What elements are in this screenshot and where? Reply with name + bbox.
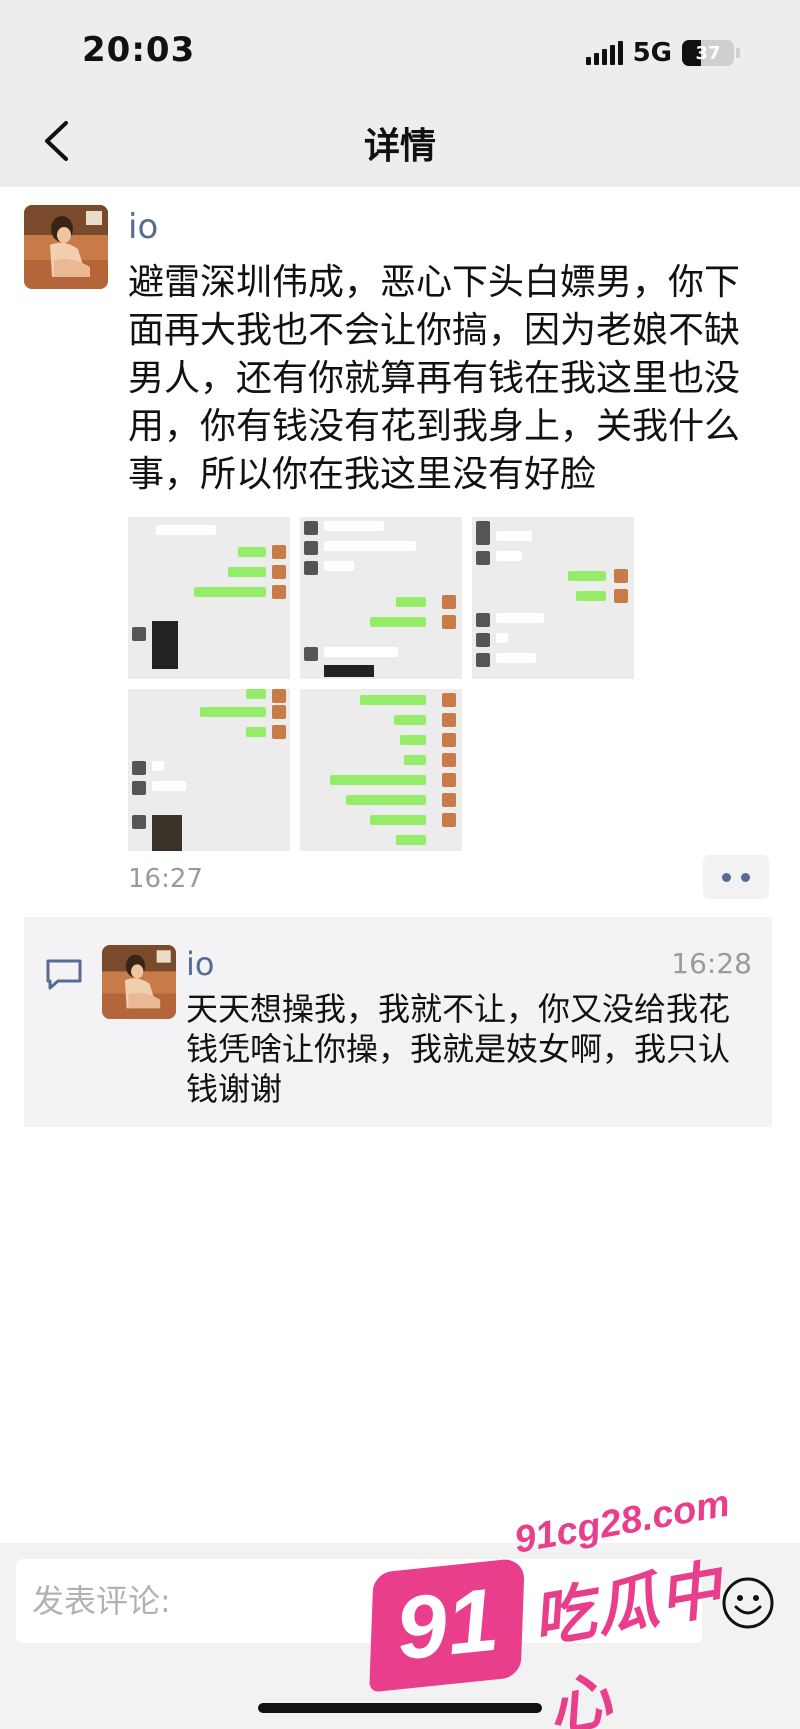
chat-bubble: [324, 541, 416, 551]
chat-avatar: [476, 551, 490, 565]
chat-bubble: [346, 795, 426, 805]
more-dots-icon[interactable]: [703, 855, 769, 899]
chat-bubble: [246, 689, 266, 699]
chat-avatar: [304, 561, 318, 575]
image-grid: [128, 517, 648, 857]
chat-avatar: [442, 813, 456, 827]
comment-time: 16:28: [671, 947, 752, 980]
chat-avatar: [272, 585, 286, 599]
comment-bubble-icon: [44, 957, 84, 991]
chat-bubble: [496, 531, 532, 541]
chat-bubble: [324, 561, 354, 571]
chat-avatar: [442, 693, 456, 707]
chat-bubble: [246, 727, 266, 737]
chat-screenshot-3[interactable]: [472, 517, 634, 679]
chat-bubble: [496, 613, 544, 623]
chat-avatar: [272, 545, 286, 559]
chat-screenshot-5[interactable]: [300, 689, 462, 851]
chat-bubble: [568, 571, 606, 581]
post-text: 避雷深圳伟成，恶心下头白嫖男，你下面再大我也不会让你搞，因为老娘不缺男人，还有你…: [128, 262, 741, 495]
chat-avatar: [442, 615, 456, 629]
chat-avatar: [442, 595, 456, 609]
comment-section: io 16:28 天天想操我，我就不让，你又没给我花钱凭啥让你操，我就是妓女啊，…: [24, 917, 772, 1127]
chat-bubble: [194, 587, 266, 597]
chat-screenshot-4[interactable]: [128, 689, 290, 851]
chat-avatar: [442, 773, 456, 787]
chat-avatar: [442, 713, 456, 727]
chat-avatar: [304, 647, 318, 661]
comment-input-bar: [0, 1543, 800, 1729]
chat-avatar: [272, 565, 286, 579]
chat-bubble: [576, 591, 606, 601]
status-bar: 20:03 5G 37: [0, 0, 800, 95]
chat-bubble: [238, 547, 266, 557]
chat-bubble: [370, 815, 426, 825]
avatar[interactable]: [24, 205, 108, 289]
chat-bubble: [396, 835, 426, 845]
nav-bar: 详情: [0, 95, 800, 187]
chat-bubble: [360, 695, 426, 705]
comment-text[interactable]: 天天想操我，我就不让，你又没给我花钱凭啥让你操，我就是妓女啊，我只认钱谢谢: [186, 989, 756, 1109]
chat-avatar: [442, 733, 456, 747]
avatar[interactable]: [102, 945, 176, 1019]
home-indicator[interactable]: [258, 1703, 542, 1713]
chat-avatar: [304, 521, 318, 535]
dot: [741, 872, 750, 882]
chat-avatar: [476, 613, 490, 627]
chat-bubble: [496, 633, 508, 643]
battery-icon: 37: [682, 40, 734, 66]
chat-image: [152, 621, 178, 669]
network-label: 5G: [632, 38, 672, 68]
post-time: 16:27: [128, 864, 203, 894]
chat-image: [324, 665, 374, 677]
chat-avatar: [614, 589, 628, 603]
emoji-smile-icon[interactable]: [720, 1575, 776, 1631]
chat-screenshot-1[interactable]: [128, 517, 290, 679]
chat-avatar: [442, 753, 456, 767]
chat-avatar: [132, 815, 146, 829]
chat-bubble: [324, 521, 384, 531]
chat-bubble: [156, 525, 216, 535]
battery-percent: 37: [695, 42, 721, 64]
chat-avatar: [132, 781, 146, 795]
chat-bubble: [400, 735, 426, 745]
chat-screenshot-2[interactable]: [300, 517, 462, 679]
chat-avatar: [304, 541, 318, 555]
chat-avatar: [132, 627, 146, 641]
chat-bubble: [200, 707, 266, 717]
chat-bubble: [228, 567, 266, 577]
chat-bubble: [330, 775, 426, 785]
chat-avatar: [476, 531, 490, 545]
chat-bubble: [396, 597, 426, 607]
chat-avatar: [614, 569, 628, 583]
chat-bubble: [152, 781, 186, 791]
status-indicators: 5G 37: [585, 38, 740, 68]
chat-avatar: [476, 633, 490, 647]
chat-bubble: [324, 647, 398, 657]
battery-tip: [736, 48, 740, 58]
page-title: 详情: [363, 126, 436, 167]
chat-avatar: [132, 761, 146, 775]
chat-avatar: [272, 725, 286, 739]
post-author[interactable]: io: [128, 207, 158, 247]
chat-image: [152, 815, 182, 851]
status-time: 20:03: [82, 30, 196, 70]
chat-bubble: [152, 761, 164, 771]
chat-avatar: [476, 653, 490, 667]
chat-avatar: [272, 689, 286, 703]
comment-author[interactable]: io: [186, 945, 214, 983]
signal-icon: [585, 41, 623, 65]
dot: [722, 872, 731, 882]
chat-bubble: [370, 617, 426, 627]
comment-input[interactable]: [16, 1559, 702, 1643]
chat-avatar: [442, 793, 456, 807]
chat-bubble: [394, 715, 426, 725]
chat-bubble: [496, 653, 536, 663]
chat-bubble: [496, 551, 522, 561]
chat-bubble: [404, 755, 426, 765]
chat-avatar: [272, 705, 286, 719]
